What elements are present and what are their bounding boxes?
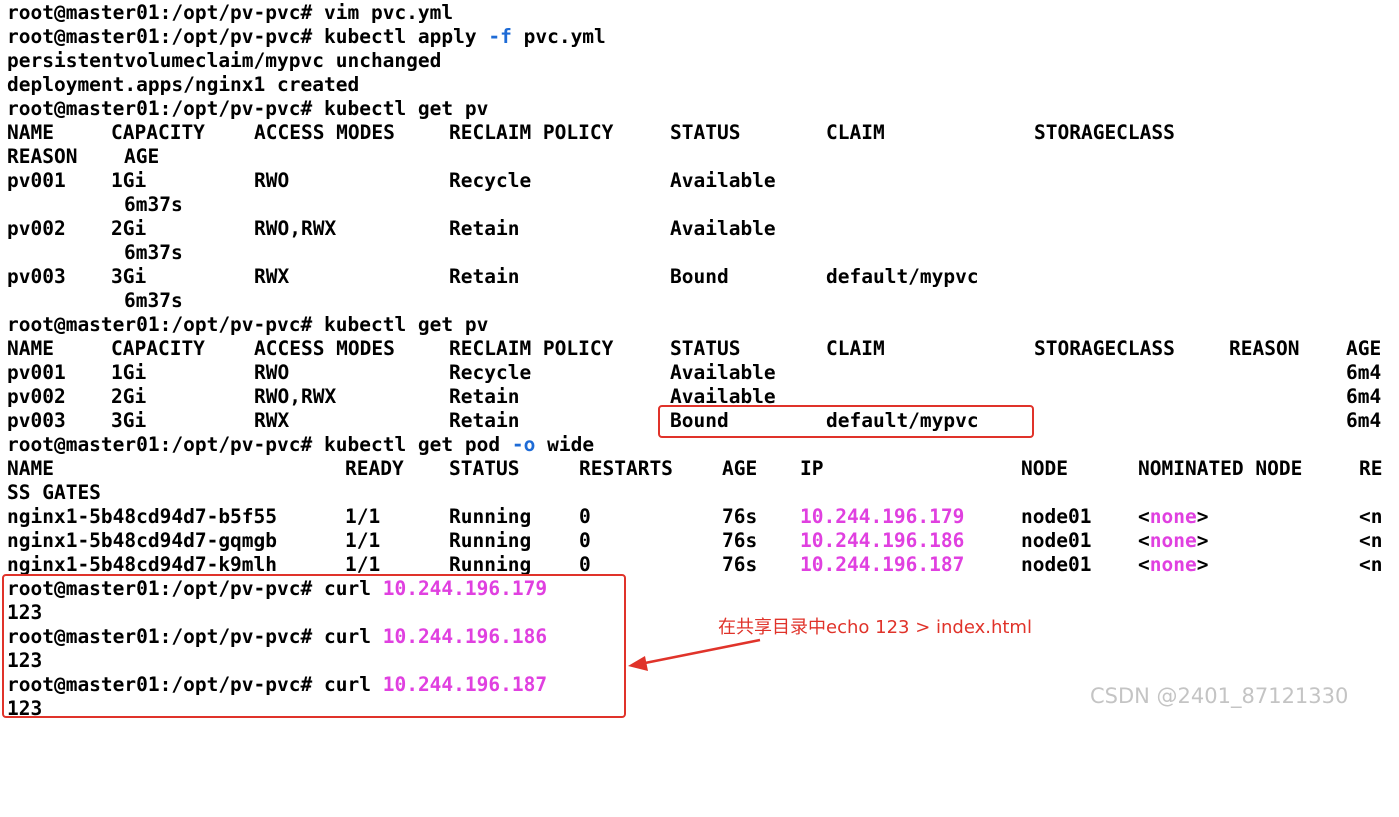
annotation-text: 在共享目录中echo 123 > index.html — [718, 617, 1032, 638]
annotation-arrow-icon — [628, 638, 761, 671]
watermark: CSDN @2401_87121330 — [1090, 684, 1349, 708]
